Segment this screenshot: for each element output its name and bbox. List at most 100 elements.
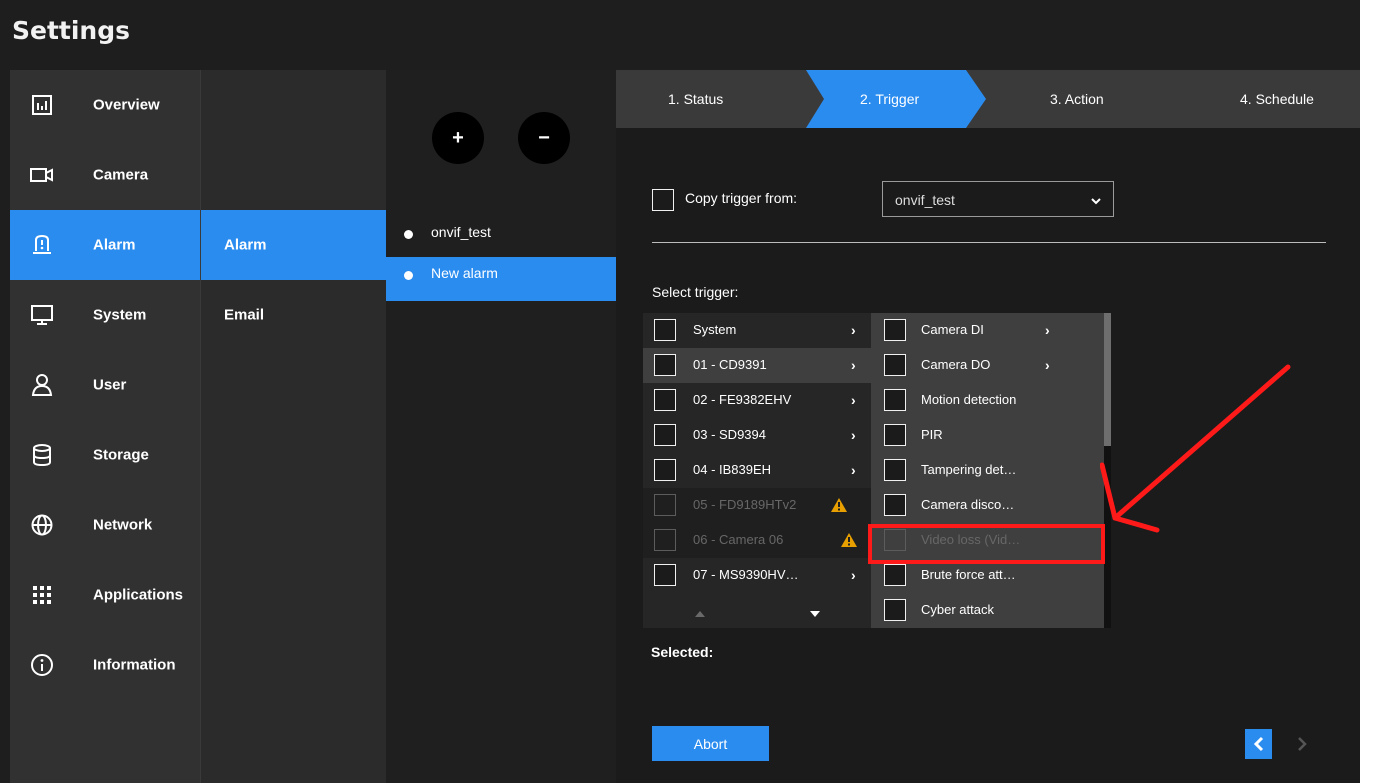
trigger-checkbox[interactable] (884, 389, 906, 411)
trigger-checkbox[interactable] (884, 599, 906, 621)
header-bar: Settings (0, 0, 1360, 70)
next-step-button[interactable] (1288, 729, 1315, 759)
trigger-checkbox[interactable] (884, 319, 906, 341)
trigger-label: PIR (921, 427, 943, 442)
trigger-row-cyber-attack[interactable]: Cyber attack (871, 593, 1104, 628)
sidebar-item-information[interactable]: Information (10, 630, 200, 700)
selected-label: Selected: (651, 644, 714, 660)
abort-button[interactable]: Abort (652, 726, 769, 761)
device-checkbox[interactable] (654, 354, 676, 376)
trigger-label: Camera DI (921, 322, 984, 337)
device-checkbox[interactable] (654, 389, 676, 411)
chevron-right-icon: › (851, 322, 856, 338)
device-row-04[interactable]: 04 - IB839EH › (643, 453, 871, 488)
device-checkbox[interactable] (654, 424, 676, 446)
chevron-right-icon: › (851, 357, 856, 373)
sidebar-item-network[interactable]: Network (10, 490, 200, 560)
chevron-right-icon: › (851, 392, 856, 408)
trigger-checkbox[interactable] (884, 459, 906, 481)
chevron-down-icon (1091, 193, 1101, 211)
alarm-item-label: New alarm (431, 265, 498, 281)
device-checkbox[interactable] (654, 319, 676, 341)
trigger-row-camera-di[interactable]: Camera DI › (871, 313, 1104, 348)
sidebar-item-system[interactable]: System (10, 280, 200, 350)
device-label: 01 - CD9391 (693, 357, 767, 372)
trigger-row-camera-disconnect[interactable]: Camera disco… (871, 488, 1104, 523)
trigger-label: Camera DO (921, 357, 991, 372)
trigger-label: Cyber attack (921, 602, 994, 617)
device-row-02[interactable]: 02 - FE9382EHV › (643, 383, 871, 418)
alarm-icon (30, 233, 54, 257)
globe-icon (30, 513, 54, 537)
sidebar-item-label: Storage (93, 446, 149, 464)
camera-icon (30, 163, 54, 187)
alarm-list-item-onvif-test[interactable]: onvif_test (386, 216, 616, 258)
sidebar-item-storage[interactable]: Storage (10, 420, 200, 490)
trigger-checkbox[interactable] (884, 564, 906, 586)
chart-icon (30, 93, 54, 117)
sidebar-item-label: Camera (93, 166, 149, 184)
scroll-up-icon[interactable] (694, 605, 706, 623)
add-alarm-button[interactable]: + (432, 112, 484, 164)
device-label: 02 - FE9382EHV (693, 392, 792, 407)
grid-icon (30, 583, 54, 607)
remove-alarm-button[interactable]: − (518, 112, 570, 164)
sidebar-item-camera[interactable]: Camera (10, 140, 200, 210)
database-icon (30, 443, 54, 467)
trigger-list: Camera DI › Camera DO › Motion detection… (871, 313, 1104, 628)
submenu-item-email[interactable]: Email (201, 280, 387, 350)
select-trigger-label: Select trigger: (652, 284, 739, 300)
trigger-row-pir[interactable]: PIR (871, 418, 1104, 453)
chevron-right-icon: › (851, 567, 856, 583)
step-schedule[interactable]: 4. Schedule (1240, 70, 1314, 128)
sidebar-item-label: System (93, 306, 147, 324)
device-checkbox[interactable] (654, 564, 676, 586)
sidebar-item-alarm[interactable]: Alarm (10, 210, 200, 280)
alarm-list-panel: + − onvif_test New alarm (386, 70, 616, 783)
copy-trigger-checkbox[interactable] (652, 189, 674, 211)
submenu-item-alarm[interactable]: Alarm (201, 210, 387, 280)
sidebar-item-label: Information (93, 656, 176, 674)
bullet-icon (404, 230, 413, 239)
annotation-highlight-box (868, 524, 1105, 564)
step-action[interactable]: 3. Action (1050, 70, 1104, 128)
alarm-list-item-new-alarm[interactable]: New alarm (386, 257, 616, 301)
alarm-submenu: Alarm Email (200, 70, 387, 783)
bullet-icon (404, 271, 413, 280)
device-row-07[interactable]: 07 - MS9390HV… › (643, 558, 871, 593)
trigger-checkbox[interactable] (884, 354, 906, 376)
sidebar-item-overview[interactable]: Overview (10, 70, 200, 140)
sidebar-item-applications[interactable]: Applications (10, 560, 200, 630)
step-trigger[interactable]: 2. Trigger (860, 70, 919, 128)
trigger-checkbox[interactable] (884, 424, 906, 446)
user-icon (30, 373, 54, 397)
step-status[interactable]: 1. Status (668, 70, 723, 128)
trigger-label: Brute force att… (921, 567, 1016, 582)
trigger-checkbox[interactable] (884, 494, 906, 516)
submenu-item-label: Alarm (224, 236, 267, 254)
device-list: System › 01 - CD9391 › 02 - FE9382EHV › … (643, 313, 871, 628)
device-row-03[interactable]: 03 - SD9394 › (643, 418, 871, 453)
device-row-05: 05 - FD9189HTv2 (643, 488, 871, 523)
device-checkbox[interactable] (654, 459, 676, 481)
warning-icon (830, 497, 848, 518)
device-row-system[interactable]: System › (643, 313, 871, 348)
chevron-right-icon: › (851, 427, 856, 443)
page-title: Settings (12, 16, 131, 45)
trigger-row-tampering[interactable]: Tampering det… (871, 453, 1104, 488)
trigger-label: Motion detection (921, 392, 1017, 407)
scroll-down-icon[interactable] (809, 605, 821, 623)
copy-trigger-select[interactable]: onvif_test (882, 181, 1114, 217)
submenu-item-label: Email (224, 306, 265, 324)
sidebar-item-label: Applications (93, 586, 184, 604)
device-label: 05 - FD9189HTv2 (693, 497, 797, 512)
sidebar: Overview Camera Alarm System User Storag… (10, 70, 200, 783)
device-row-01[interactable]: 01 - CD9391 › (643, 348, 871, 383)
previous-step-button[interactable] (1245, 729, 1272, 759)
device-label: 06 - Camera 06 (693, 532, 784, 547)
trigger-row-camera-do[interactable]: Camera DO › (871, 348, 1104, 383)
sidebar-item-label: Network (93, 516, 153, 534)
trigger-row-motion-detection[interactable]: Motion detection (871, 383, 1104, 418)
sidebar-item-label: User (93, 376, 127, 394)
sidebar-item-user[interactable]: User (10, 350, 200, 420)
